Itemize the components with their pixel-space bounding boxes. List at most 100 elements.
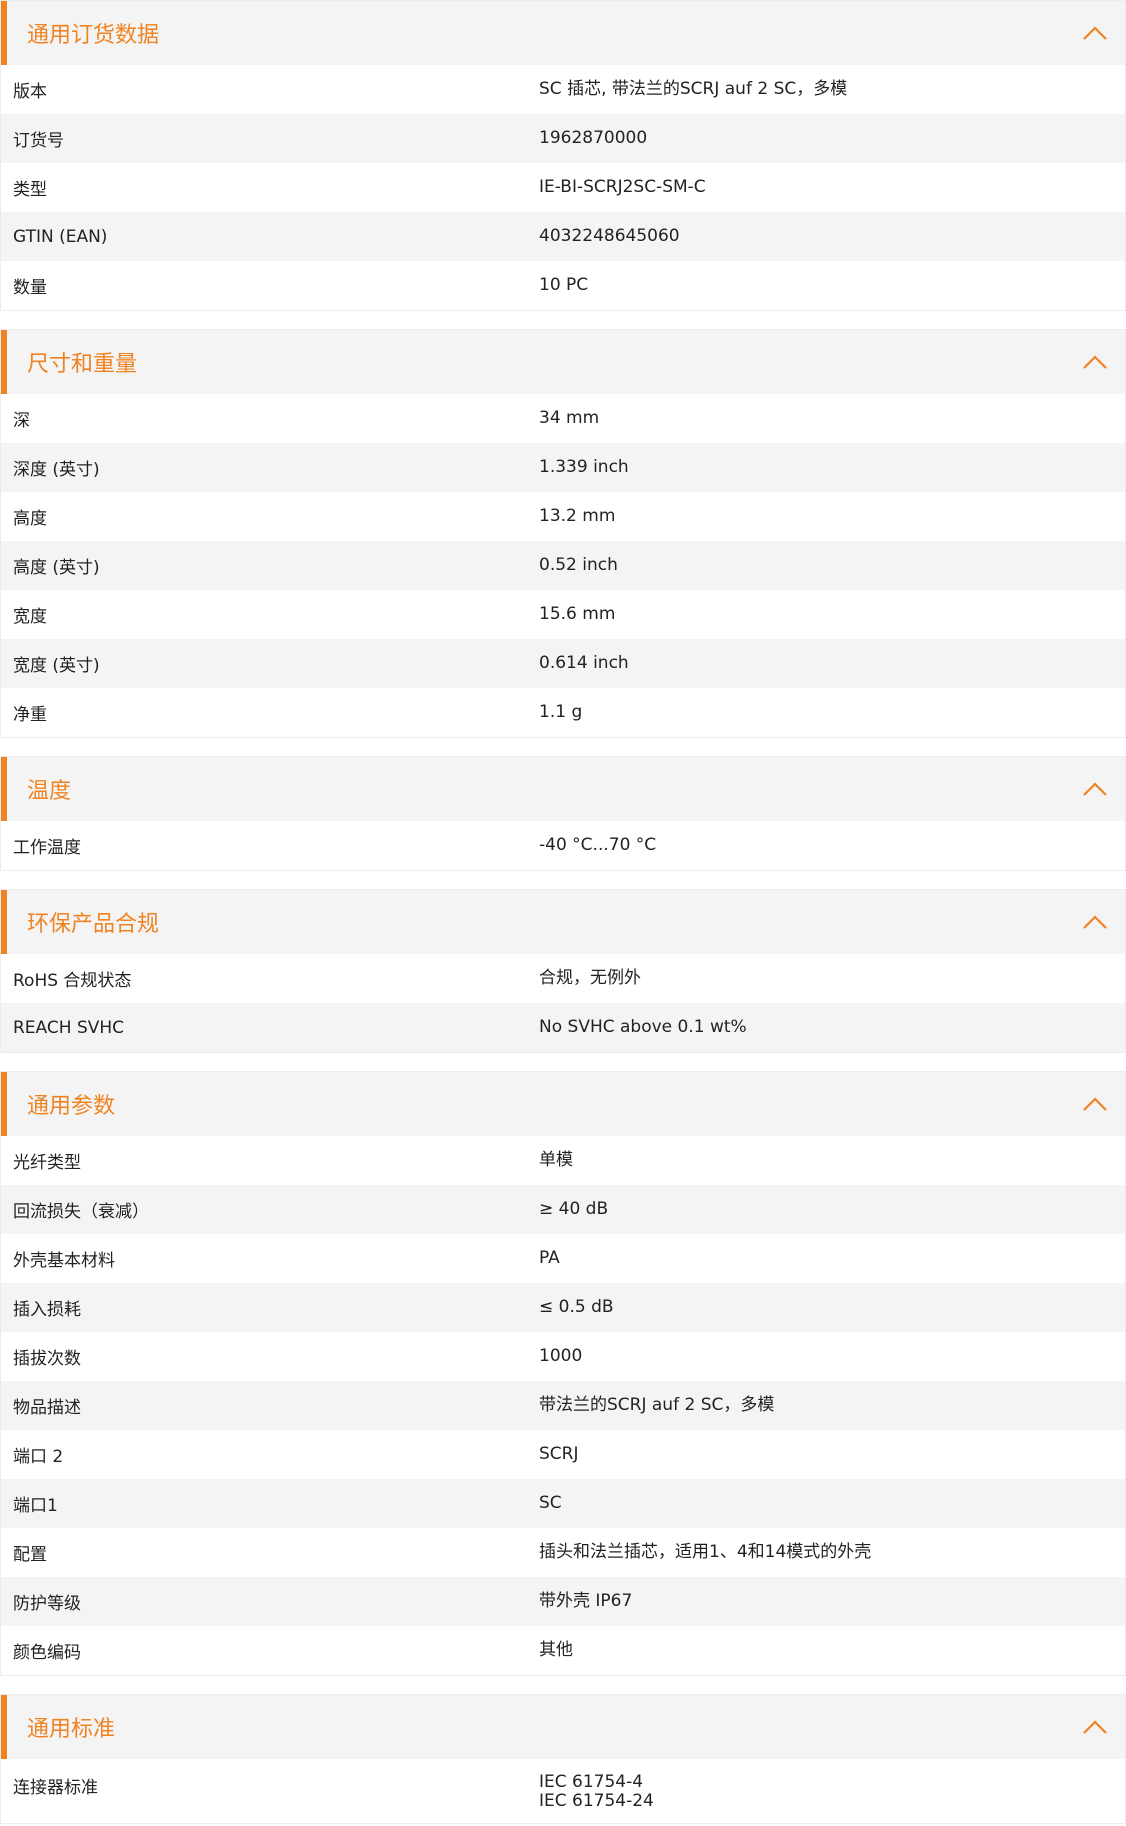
spec-label: 防护等级 [13, 1594, 81, 1614]
spec-row: 配置 插头和法兰插芯，适用1、4和14模式的外壳 [1, 1528, 1125, 1577]
section-header[interactable]: 通用订货数据 [1, 1, 1125, 65]
spec-value-line: 1.1 g [539, 702, 583, 722]
spec-value-line: 带法兰的SCRJ auf 2 SC，多模 [539, 1395, 775, 1415]
spec-label: 外壳基本材料 [13, 1251, 115, 1271]
spec-value: ≥ 40 dB [539, 1200, 1125, 1219]
spec-value-line: 其他 [539, 1640, 573, 1660]
spec-row: 净重 1.1 g [1, 688, 1125, 737]
spec-section: 尺寸和重量深 34 mm 深度 (英寸) 1.339 inch 高度 13.2 mm 高度 … [0, 329, 1126, 738]
spec-row: 物品描述 带法兰的SCRJ auf 2 SC，多模 [1, 1381, 1125, 1430]
spec-label: 工作温度 [13, 838, 81, 858]
section-body: 连接器标准 IEC 61754-4 IEC 61754-24 [1, 1759, 1125, 1823]
spec-value: 4032248645060 [539, 227, 1125, 246]
spec-label: 连接器标准 [13, 1778, 98, 1798]
chevron-up-icon[interactable] [1077, 1089, 1113, 1119]
chevron-up-icon[interactable] [1077, 774, 1113, 804]
spec-value: SCRJ [539, 1445, 1125, 1464]
spec-label: 高度 [13, 509, 47, 529]
spec-value-line: 插头和法兰插芯，适用1、4和14模式的外壳 [539, 1542, 872, 1562]
spec-row: 类型 IE-BI-SCRJ2SC-SM-C [1, 163, 1125, 212]
spec-row: 深 34 mm [1, 394, 1125, 443]
spec-value-line: 带外壳 IP67 [539, 1591, 633, 1611]
spec-section: 通用标准连接器标准 IEC 61754-4 IEC 61754-24 [0, 1694, 1126, 1824]
spec-value-line: 合规，无例外 [539, 968, 641, 988]
spec-label: 深度 (英寸) [13, 460, 100, 480]
spec-section: 通用订货数据版本 SC 插芯, 带法兰的SCRJ auf 2 SC，多模订货号 19… [0, 0, 1126, 311]
spec-value: 合规，无例外 [539, 969, 1125, 988]
spec-value-line: 单模 [539, 1150, 573, 1170]
spec-value-line: 1962870000 [539, 128, 648, 148]
section-body: 版本 SC 插芯, 带法兰的SCRJ auf 2 SC，多模订货号 19628700… [1, 65, 1125, 310]
spec-value: PA [539, 1249, 1125, 1268]
spec-value: 带法兰的SCRJ auf 2 SC，多模 [539, 1396, 1125, 1415]
chevron-up-icon[interactable] [1077, 18, 1113, 48]
section-header[interactable]: 通用参数 [1, 1072, 1125, 1136]
spec-value-line: 4032248645060 [539, 226, 680, 246]
spec-row: 宽度 (英寸) 0.614 inch [1, 639, 1125, 688]
spec-value: No SVHC above 0.1 wt% [539, 1018, 1125, 1037]
spec-value-line: 15.6 mm [539, 604, 616, 624]
spec-label: 版本 [13, 82, 47, 102]
section-body: 工作温度 -40 °C...70 °C [1, 821, 1125, 870]
spec-value-line: 13.2 mm [539, 506, 616, 526]
spec-value-line: PA [539, 1248, 560, 1268]
spec-row: 端口1 SC [1, 1479, 1125, 1528]
spec-value: 34 mm [539, 409, 1125, 428]
spec-value: 插头和法兰插芯，适用1、4和14模式的外壳 [539, 1543, 1125, 1562]
spec-value-line: 1.339 inch [539, 457, 629, 477]
spec-value: IEC 61754-4 IEC 61754-24 [539, 1773, 1125, 1811]
spec-label: 光纤类型 [13, 1153, 81, 1173]
spec-value: 0.614 inch [539, 654, 1125, 673]
section-header[interactable]: 温度 [1, 757, 1125, 821]
spec-value: 带外壳 IP67 [539, 1592, 1125, 1611]
spec-value-line: 1000 [539, 1346, 583, 1366]
spec-row: REACH SVHC No SVHC above 0.1 wt% [1, 1003, 1125, 1052]
spec-value: 1.339 inch [539, 458, 1125, 477]
spec-label: 插入损耗 [13, 1300, 81, 1320]
section-header[interactable]: 环保产品合规 [1, 890, 1125, 954]
spec-value: 单模 [539, 1151, 1125, 1170]
chevron-up-icon[interactable] [1077, 907, 1113, 937]
spec-value-line: 0.52 inch [539, 555, 618, 575]
spec-value-line: -40 °C...70 °C [539, 835, 657, 855]
spec-row: 插拔次数 1000 [1, 1332, 1125, 1381]
section-title: 通用标准 [27, 1717, 116, 1742]
spec-label: 回流损失（衰减） [13, 1202, 149, 1222]
spec-value: -40 °C...70 °C [539, 836, 1125, 855]
spec-value-line: No SVHC above 0.1 wt% [539, 1017, 747, 1037]
spec-value-line: SC 插芯, 带法兰的SCRJ auf 2 SC，多模 [539, 79, 848, 99]
spec-value: 1000 [539, 1347, 1125, 1366]
spec-label: 订货号 [13, 131, 64, 151]
section-body: 光纤类型 单模回流损失（衰减） ≥ 40 dB 外壳基本材料 PA 插入损耗 ≤ 0.5 d… [1, 1136, 1125, 1675]
spec-value-line: 10 PC [539, 275, 589, 295]
spec-row: 版本 SC 插芯, 带法兰的SCRJ auf 2 SC，多模 [1, 65, 1125, 114]
chevron-up-icon[interactable] [1077, 1712, 1113, 1742]
chevron-up-icon[interactable] [1077, 347, 1113, 377]
spec-value-line: SC [539, 1493, 562, 1513]
spec-value: ≤ 0.5 dB [539, 1298, 1125, 1317]
section-body: 深 34 mm 深度 (英寸) 1.339 inch 高度 13.2 mm 高度 (英寸) 0… [1, 394, 1125, 737]
spec-row: 外壳基本材料 PA [1, 1234, 1125, 1283]
spec-row: GTIN (EAN) 4032248645060 [1, 212, 1125, 261]
spec-value-line: IEC 61754-4 [539, 1772, 644, 1792]
spec-value: 15.6 mm [539, 605, 1125, 624]
section-header[interactable]: 尺寸和重量 [1, 330, 1125, 394]
spec-value-line: IE-BI-SCRJ2SC-SM-C [539, 177, 706, 197]
spec-label: 数量 [13, 278, 47, 298]
spec-row: 高度 13.2 mm [1, 492, 1125, 541]
spec-section: 温度工作温度 -40 °C...70 °C [0, 756, 1126, 871]
spec-value: 1962870000 [539, 129, 1125, 148]
spec-label: 净重 [13, 705, 47, 725]
spec-value: SC 插芯, 带法兰的SCRJ auf 2 SC，多模 [539, 80, 1125, 99]
section-title: 尺寸和重量 [27, 352, 138, 377]
spec-value: IE-BI-SCRJ2SC-SM-C [539, 178, 1125, 197]
spec-value-line: SCRJ [539, 1444, 579, 1464]
section-body: RoHS 合规状态 合规，无例外 REACH SVHC No SVHC above 0… [1, 954, 1125, 1052]
section-header[interactable]: 通用标准 [1, 1695, 1125, 1759]
section-title: 通用订货数据 [27, 23, 160, 48]
spec-label: 插拔次数 [13, 1349, 81, 1369]
spec-value: 其他 [539, 1641, 1125, 1660]
spec-section: 环保产品合规 RoHS 合规状态 合规，无例外 REACH SVHC No SVHC a… [0, 889, 1126, 1053]
spec-value-line: 34 mm [539, 408, 600, 428]
spec-label: RoHS 合规状态 [13, 971, 132, 991]
